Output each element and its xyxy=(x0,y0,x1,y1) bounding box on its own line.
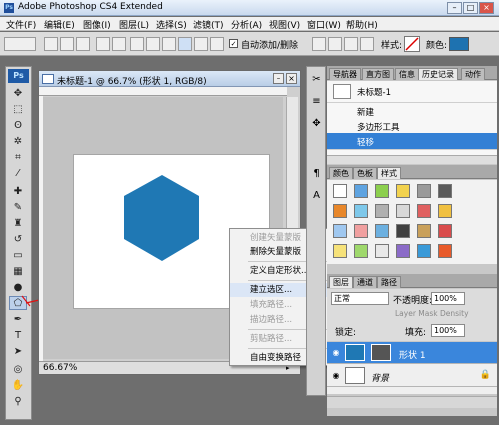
snapshot-thumbnail xyxy=(333,84,351,99)
tab-color[interactable]: 颜色 xyxy=(329,167,353,179)
style-swatch[interactable] xyxy=(375,184,389,198)
style-swatch[interactable] xyxy=(417,244,431,258)
style-swatch[interactable] xyxy=(396,184,410,198)
style-swatch[interactable] xyxy=(396,204,410,218)
history-item-label: 轻移 xyxy=(357,138,375,148)
document-icon xyxy=(42,74,54,84)
style-swatch[interactable] xyxy=(417,184,431,198)
visibility-eye-icon[interactable]: ◉ xyxy=(330,370,342,381)
style-swatch[interactable] xyxy=(417,224,431,238)
style-swatch[interactable] xyxy=(438,204,452,218)
doc-minimize-button[interactable]: – xyxy=(273,73,284,84)
lock-label: 锁定: xyxy=(335,328,357,338)
tab-styles[interactable]: 样式 xyxy=(377,167,401,179)
tab-layers[interactable]: 图层 xyxy=(329,276,353,288)
layer-name: 背景 xyxy=(371,374,390,384)
layers-panel-tabs: 图层 通道 路径 xyxy=(327,274,497,288)
history-item-label: 新建 xyxy=(357,108,375,118)
tab-actions[interactable]: 动作 xyxy=(461,68,485,80)
document-title: 未标题-1 @ 66.7% (形状 1, RGB/8) xyxy=(57,77,207,87)
horizontal-ruler xyxy=(39,87,287,96)
tab-swatches[interactable]: 色板 xyxy=(353,167,377,179)
opacity-input[interactable]: 100% xyxy=(431,292,465,305)
tools-panel-icon[interactable]: ✂ xyxy=(310,73,323,86)
tab-channels[interactable]: 通道 xyxy=(353,276,377,288)
layer-row[interactable]: ◉ 背景 🔒 xyxy=(327,365,497,387)
style-swatch[interactable] xyxy=(333,224,347,238)
style-swatch[interactable] xyxy=(396,244,410,258)
history-footer xyxy=(327,155,497,164)
tab-paths[interactable]: 路径 xyxy=(377,276,401,288)
blend-mode-select[interactable]: 正常 xyxy=(331,292,389,305)
layer-name: 形状 1 xyxy=(399,351,426,361)
tab-navigator[interactable]: 导航器 xyxy=(329,68,361,80)
style-panel-tabs: 颜色 色板 样式 xyxy=(327,165,497,179)
style-swatch[interactable] xyxy=(438,224,452,238)
vector-mask-thumbnail xyxy=(371,344,391,361)
style-swatch[interactable] xyxy=(333,204,347,218)
style-swatch[interactable] xyxy=(396,224,410,238)
history-list: 未标题-1 新建 多边形工具 轻移 xyxy=(327,81,497,155)
paragraph-icon[interactable]: ¶ xyxy=(310,167,323,180)
style-swatch[interactable] xyxy=(333,184,347,198)
style-swatch[interactable] xyxy=(375,244,389,258)
history-item-label: 多边形工具 xyxy=(357,123,400,133)
fill-label: 填充: xyxy=(405,328,427,338)
tab-histogram[interactable]: 直方图 xyxy=(362,68,394,80)
style-swatch[interactable] xyxy=(354,204,368,218)
style-swatch-grid xyxy=(327,180,497,264)
panel-dock: 导航器 直方图 信息 历史记录 动作 未标题-1 新建 多边形工具 轻移 颜色 … xyxy=(327,66,497,416)
style-swatch[interactable] xyxy=(354,224,368,238)
style-swatch[interactable] xyxy=(333,244,347,258)
style-swatch[interactable] xyxy=(438,244,452,258)
style-swatch[interactable] xyxy=(354,244,368,258)
clone-source-icon[interactable]: ✥ xyxy=(310,117,323,130)
style-swatch[interactable] xyxy=(417,204,431,218)
mask-density-label: Layer Mask Density xyxy=(395,309,469,318)
tab-history[interactable]: 历史记录 xyxy=(418,68,458,80)
panel-icon-strip: ✂ ≡ ✥ ¶ A xyxy=(306,66,326,396)
style-swatch[interactable] xyxy=(375,204,389,218)
opacity-label: 不透明度: xyxy=(393,296,433,306)
layers-options: 正常 不透明度: 100% Layer Mask Density 锁定: 填充:… xyxy=(327,289,497,341)
snapshot-label: 未标题-1 xyxy=(357,88,391,98)
style-swatch[interactable] xyxy=(375,224,389,238)
layers-list: ◉ 形状 1 ◉ 背景 🔒 xyxy=(327,342,497,394)
history-panel-tabs: 导航器 直方图 信息 历史记录 动作 xyxy=(327,66,497,80)
fill-input[interactable]: 100% xyxy=(431,324,465,337)
lock-icon: 🔒 xyxy=(479,370,491,380)
layers-footer xyxy=(327,396,497,408)
history-item-selected[interactable]: 轻移 xyxy=(327,133,497,150)
layer-row-selected[interactable]: ◉ 形状 1 xyxy=(327,342,497,364)
character-icon[interactable]: A xyxy=(310,189,323,202)
doc-close-button[interactable]: × xyxy=(286,73,297,84)
style-swatch[interactable] xyxy=(354,184,368,198)
zoom-status[interactable]: 66.67% xyxy=(43,363,77,373)
history-snapshot[interactable]: 未标题-1 xyxy=(327,81,497,103)
brush-panel-icon[interactable]: ≡ xyxy=(310,95,323,108)
layer-thumbnail xyxy=(345,344,365,361)
layer-thumbnail xyxy=(345,367,365,384)
tab-info[interactable]: 信息 xyxy=(395,68,419,80)
document-title-bar: 未标题-1 @ 66.7% (形状 1, RGB/8) – × xyxy=(39,71,300,87)
style-swatch[interactable] xyxy=(438,184,452,198)
visibility-eye-icon[interactable]: ◉ xyxy=(330,347,342,358)
hexagon-shape xyxy=(124,175,199,261)
